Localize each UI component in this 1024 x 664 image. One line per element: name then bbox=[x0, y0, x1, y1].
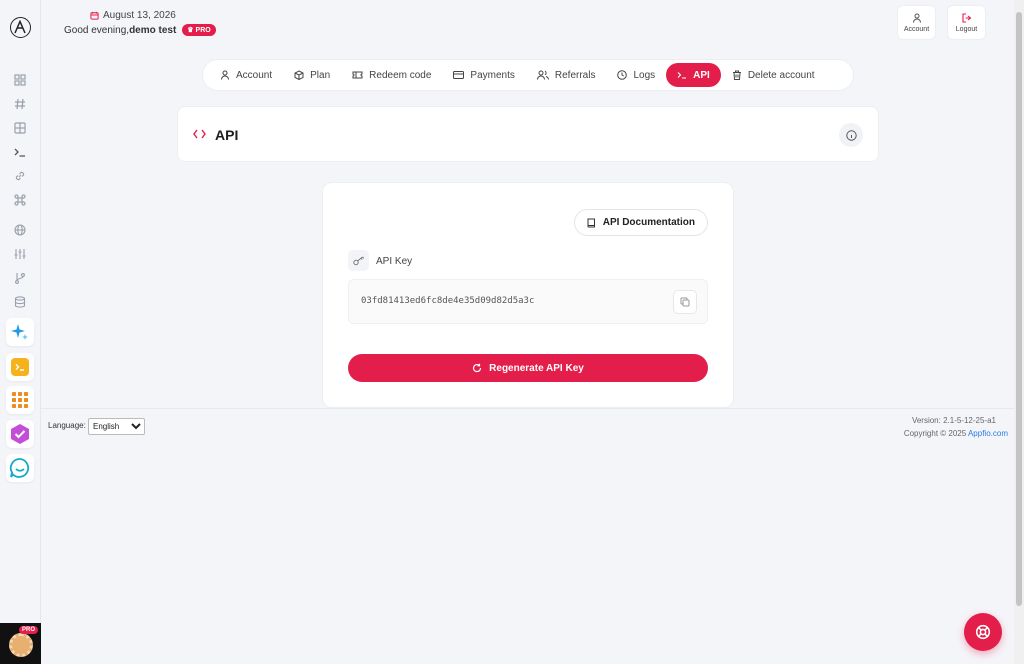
settings-tabs: Account Plan Redeem code Payments Referr… bbox=[202, 59, 854, 91]
terminal-app-icon[interactable] bbox=[6, 353, 34, 381]
clock-icon bbox=[617, 70, 628, 80]
check-app-icon[interactable] bbox=[6, 420, 34, 448]
greeting-text: Good evening, bbox=[64, 24, 130, 36]
copyright-text: Copyright © 2025 bbox=[903, 429, 968, 438]
hash-icon[interactable] bbox=[13, 97, 27, 111]
copy-button[interactable] bbox=[673, 290, 697, 314]
greeting: Good evening,demo test ♛ PRO bbox=[64, 24, 216, 36]
grid-app-icon[interactable] bbox=[6, 386, 34, 414]
page-header-card: API bbox=[177, 106, 879, 162]
copyright: Copyright © 2025 Appfio.com bbox=[904, 429, 1008, 438]
sliders-icon[interactable] bbox=[13, 247, 27, 261]
info-icon bbox=[845, 129, 857, 141]
api-documentation-label: API Documentation bbox=[602, 217, 695, 228]
chat-app-icon[interactable] bbox=[6, 454, 34, 482]
tab-label: Payments bbox=[470, 69, 515, 81]
calendar-icon bbox=[90, 11, 99, 20]
tab-account[interactable]: Account bbox=[209, 63, 283, 87]
copy-icon bbox=[680, 297, 690, 307]
tab-label: Redeem code bbox=[369, 69, 432, 81]
header-date: August 13, 2026 bbox=[90, 10, 176, 21]
database-icon[interactable] bbox=[13, 295, 27, 309]
help-button[interactable] bbox=[964, 613, 1002, 651]
logout-button-label: Logout bbox=[955, 25, 978, 33]
tab-label: Delete account bbox=[747, 69, 815, 81]
user-name: demo test bbox=[129, 24, 177, 36]
logout-icon bbox=[961, 12, 971, 23]
refresh-icon bbox=[473, 363, 482, 373]
grid-icon[interactable] bbox=[13, 73, 27, 87]
account-button[interactable]: Account bbox=[897, 5, 936, 40]
scrollbar-thumb[interactable] bbox=[1016, 12, 1022, 606]
api-key-label: API Key bbox=[376, 256, 413, 267]
api-key-card: API Documentation API Key 03fd81413ed6fc… bbox=[322, 182, 734, 408]
code-icon bbox=[193, 129, 206, 139]
tab-label: Referrals bbox=[554, 69, 596, 81]
tab-label: Account bbox=[236, 69, 273, 81]
date-text: August 13, 2026 bbox=[103, 10, 176, 21]
company-link[interactable]: Appfio.com bbox=[968, 429, 1008, 438]
user-icon bbox=[221, 70, 229, 80]
user-avatar[interactable]: PRO bbox=[0, 623, 41, 664]
language-select[interactable]: English bbox=[88, 418, 145, 435]
page-title: API bbox=[215, 127, 239, 143]
info-button[interactable] bbox=[839, 123, 863, 147]
logout-button[interactable]: Logout bbox=[947, 5, 986, 40]
globe-icon[interactable] bbox=[13, 223, 27, 237]
api-documentation-button[interactable]: API Documentation bbox=[573, 209, 708, 236]
book-icon bbox=[587, 218, 595, 227]
logo[interactable] bbox=[10, 17, 31, 38]
terminal-icon[interactable] bbox=[13, 145, 27, 159]
tab-label: Logs bbox=[633, 69, 656, 81]
pro-badge: ♛ PRO bbox=[182, 24, 216, 36]
tab-label: API bbox=[693, 69, 710, 81]
account-button-label: Account bbox=[903, 25, 930, 33]
sparkle-app-icon[interactable] bbox=[6, 318, 34, 346]
tab-redeem-code[interactable]: Redeem code bbox=[341, 63, 442, 87]
terminal-icon bbox=[677, 72, 687, 79]
command-icon[interactable] bbox=[13, 193, 27, 207]
table-icon[interactable] bbox=[13, 121, 27, 135]
version-text: Version: 2.1-5-12-25-a1 bbox=[911, 416, 996, 425]
api-key-value[interactable]: 03fd81413ed6fc8de4e35d09d82d5a3c bbox=[361, 296, 534, 306]
users-icon bbox=[536, 70, 549, 80]
ticket-icon bbox=[352, 71, 363, 79]
api-key-field[interactable]: 03fd81413ed6fc8de4e35d09d82d5a3c bbox=[348, 279, 708, 324]
tab-payments[interactable]: Payments bbox=[442, 63, 525, 87]
credit-card-icon bbox=[453, 71, 465, 79]
language-label: Language: bbox=[48, 421, 86, 430]
box-icon bbox=[294, 70, 304, 80]
logo-mark-icon bbox=[14, 20, 26, 34]
tab-label: Plan bbox=[310, 69, 331, 81]
regenerate-api-key-button[interactable]: Regenerate API Key bbox=[348, 354, 708, 382]
link-icon[interactable] bbox=[13, 169, 27, 183]
regenerate-label: Regenerate API Key bbox=[489, 362, 584, 374]
tab-referrals[interactable]: Referrals bbox=[526, 63, 607, 87]
page-scrollbar[interactable] bbox=[1014, 0, 1024, 664]
tab-delete-account[interactable]: Delete account bbox=[721, 63, 826, 87]
avatar-pro-badge: PRO bbox=[18, 626, 38, 634]
trash-icon bbox=[732, 70, 741, 80]
footer-divider bbox=[41, 408, 1014, 409]
lifebuoy-icon bbox=[975, 624, 991, 640]
tab-plan[interactable]: Plan bbox=[283, 63, 341, 87]
tab-logs[interactable]: Logs bbox=[606, 63, 666, 87]
tab-api[interactable]: API bbox=[666, 63, 721, 87]
sidebar: PRO bbox=[0, 0, 41, 664]
git-branch-icon[interactable] bbox=[13, 271, 27, 285]
key-icon bbox=[348, 250, 369, 271]
user-icon bbox=[912, 13, 921, 23]
avatar-image bbox=[9, 633, 33, 657]
